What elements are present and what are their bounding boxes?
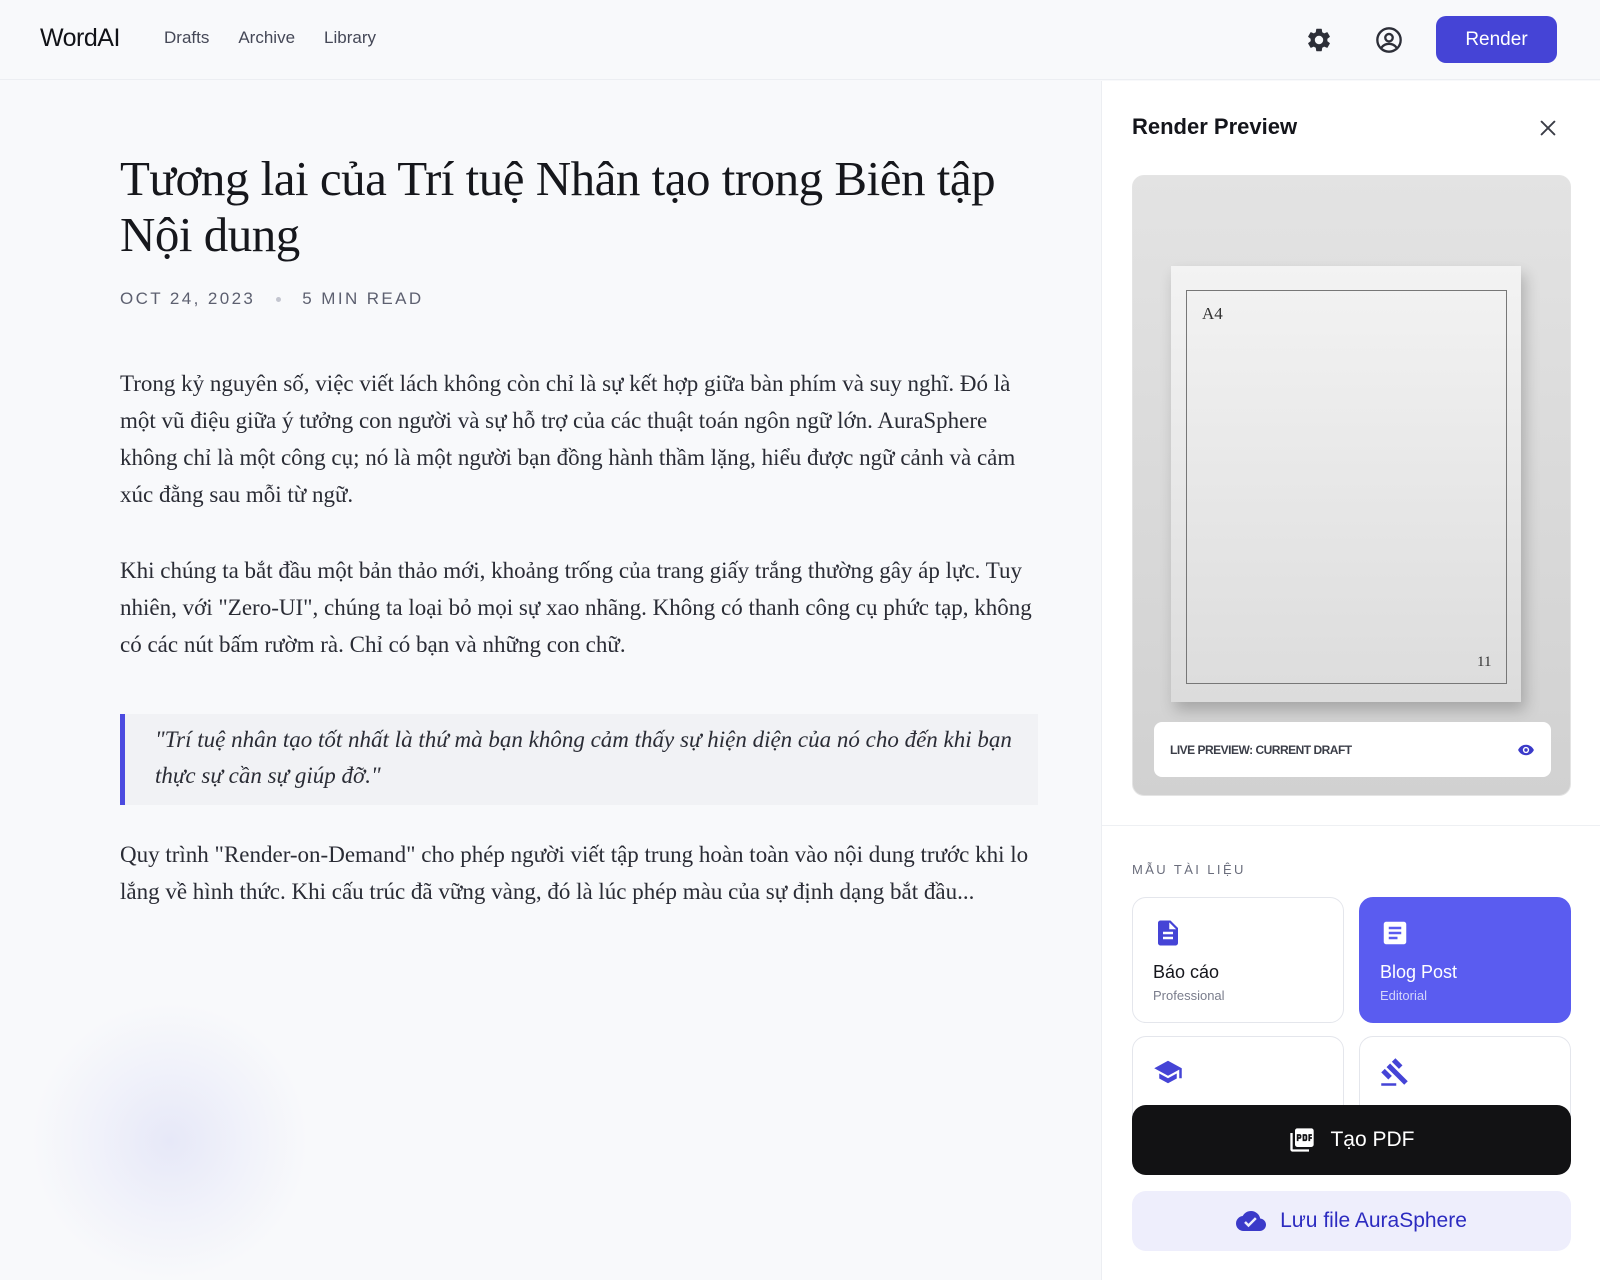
live-preview-bar: LIVE PREVIEW: CURRENT DRAFT bbox=[1154, 722, 1551, 777]
template-card-report[interactable]: Báo cáo Professional bbox=[1132, 897, 1344, 1023]
template-name: Báo cáo bbox=[1153, 962, 1220, 982]
template-subtitle: Professional bbox=[1153, 988, 1225, 1003]
panel-divider bbox=[1102, 825, 1600, 826]
cloud-check-icon bbox=[1236, 1211, 1267, 1231]
article-date: OCT 24, 2023 bbox=[120, 289, 256, 308]
template-card-blog-post[interactable]: Blog Post Editorial bbox=[1359, 897, 1571, 1023]
top-bar: WordAI Drafts Archive Library Render bbox=[0, 0, 1600, 80]
graduation-cap-icon bbox=[1154, 1060, 1182, 1084]
page-frame bbox=[1186, 290, 1507, 684]
close-panel-button[interactable] bbox=[1533, 113, 1563, 143]
article-title[interactable]: Tương lai của Trí tuệ Nhân tạo trong Biê… bbox=[120, 151, 1060, 263]
article-meta: OCT 24, 2023 5 MIN READ bbox=[120, 289, 424, 309]
template-name: Blog Post bbox=[1380, 962, 1458, 982]
app-logo[interactable]: WordAI bbox=[40, 24, 120, 53]
gavel-icon bbox=[1381, 1058, 1408, 1086]
page-size-label: A4 bbox=[1202, 304, 1223, 323]
account-button[interactable] bbox=[1373, 24, 1405, 56]
templates-section-label: MẪU TÀI LIỆU bbox=[1132, 862, 1246, 877]
save-aurasphere-button[interactable]: Lưu file AuraSphere bbox=[1132, 1191, 1571, 1251]
meta-separator bbox=[276, 296, 282, 302]
document-icon bbox=[1158, 920, 1178, 946]
settings-button[interactable] bbox=[1303, 24, 1335, 56]
article-paragraph-2[interactable]: Khi chúng ta bắt đầu một bản thảo mới, k… bbox=[120, 552, 1040, 663]
user-circle-icon bbox=[1376, 27, 1402, 53]
nav-item-drafts[interactable]: Drafts bbox=[164, 28, 209, 48]
create-pdf-label: Tạo PDF bbox=[1330, 1128, 1415, 1151]
background-glow bbox=[30, 1001, 310, 1280]
article-icon bbox=[1383, 921, 1407, 945]
main-nav: Drafts Archive Library bbox=[164, 28, 376, 48]
panel-title: Render Preview bbox=[1132, 114, 1298, 139]
template-subtitle: Editorial bbox=[1380, 988, 1427, 1003]
article-blockquote[interactable]: "Trí tuệ nhân tạo tốt nhất là thứ mà bạn… bbox=[120, 714, 1038, 805]
preview-page: A4 11 bbox=[1171, 266, 1521, 702]
eye-icon[interactable] bbox=[1517, 741, 1535, 759]
live-preview-label: LIVE PREVIEW: CURRENT DRAFT bbox=[1170, 742, 1352, 757]
gear-icon bbox=[1308, 28, 1330, 52]
preview-canvas: A4 11 LIVE PREVIEW: CURRENT DRAFT bbox=[1132, 175, 1571, 796]
editor-area: Tương lai của Trí tuệ Nhân tạo trong Biê… bbox=[0, 81, 1100, 1280]
render-preview-panel: Render Preview A4 11 LIVE PREVIEW: CURRE… bbox=[1101, 81, 1600, 1280]
save-aurasphere-label: Lưu file AuraSphere bbox=[1280, 1209, 1467, 1232]
nav-item-library[interactable]: Library bbox=[324, 28, 376, 48]
page-number: 11 bbox=[1477, 654, 1492, 670]
pdf-icon bbox=[1290, 1128, 1315, 1152]
close-icon bbox=[1540, 120, 1556, 136]
render-button[interactable]: Render bbox=[1436, 16, 1557, 63]
article-paragraph-3[interactable]: Quy trình "Render-on-Demand" cho phép ng… bbox=[120, 836, 1040, 910]
article-read-time: 5 MIN READ bbox=[302, 289, 424, 308]
article-paragraph-1[interactable]: Trong kỷ nguyên số, việc viết lách không… bbox=[120, 365, 1040, 513]
create-pdf-button[interactable]: Tạo PDF bbox=[1132, 1105, 1571, 1175]
nav-item-archive[interactable]: Archive bbox=[238, 28, 295, 48]
